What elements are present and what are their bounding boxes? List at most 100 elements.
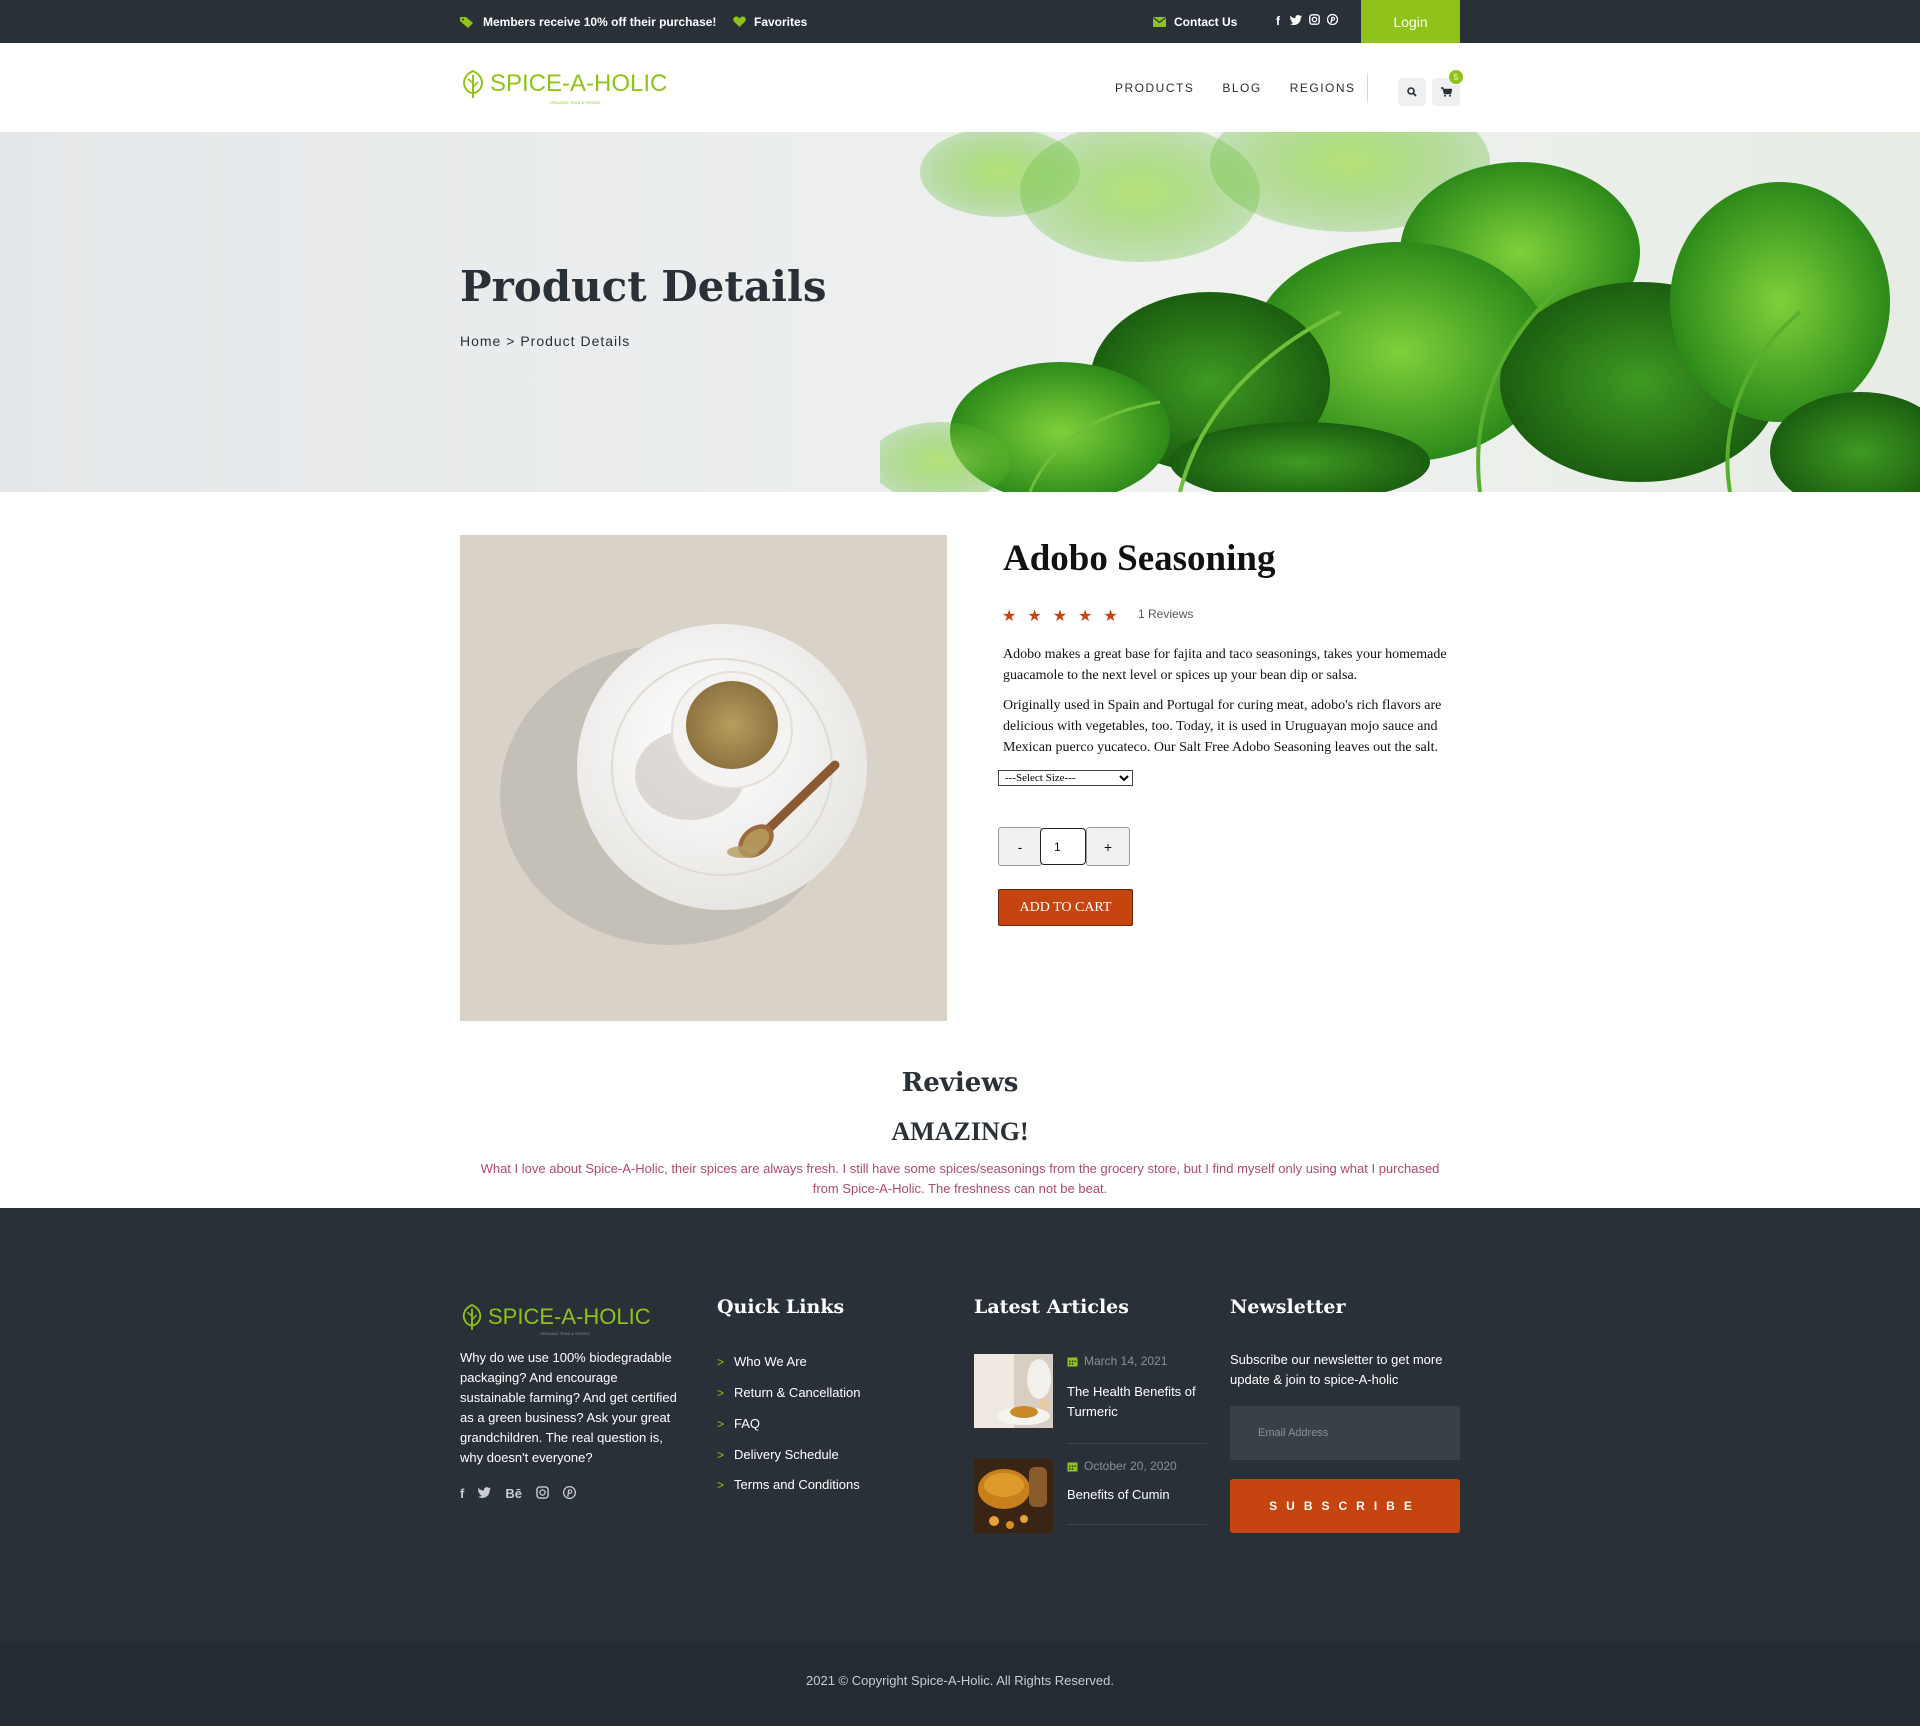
article-date-text: March 14, 2021: [1084, 1354, 1168, 1368]
article-date-text: October 20, 2020: [1084, 1459, 1177, 1473]
facebook-icon[interactable]: f: [460, 1486, 464, 1502]
leaf-logo-icon: [462, 1303, 482, 1330]
breadcrumb: Home > Product Details: [460, 333, 630, 349]
reviews-count[interactable]: 1 Reviews: [1138, 607, 1193, 621]
article-divider: [1067, 1443, 1207, 1444]
quick-link-faq[interactable]: > FAQ: [717, 1416, 760, 1431]
quick-link-return-cancellation[interactable]: > Return & Cancellation: [717, 1385, 860, 1400]
logo-tagline: ORGANIC TEAS & SPICES: [550, 100, 600, 105]
size-select[interactable]: ---Select Size---: [998, 770, 1133, 786]
nav-blog[interactable]: BLOG: [1222, 81, 1261, 95]
chevron-right-icon: >: [717, 1416, 725, 1431]
product-image: [460, 535, 947, 1021]
facebook-icon[interactable]: f: [1272, 14, 1284, 28]
quick-link-label: Delivery Schedule: [734, 1447, 839, 1462]
star-icon: ★: [1027, 608, 1042, 625]
envelope-icon: [1153, 16, 1166, 27]
quantity-input[interactable]: [1040, 828, 1086, 865]
site-logo[interactable]: SPICE-A-HOLIC ORGANIC TEAS & SPICES: [460, 69, 668, 105]
star-icon: ★: [1052, 608, 1068, 625]
nav-regions[interactable]: REGIONS: [1290, 81, 1356, 95]
pinterest-icon[interactable]: [562, 1485, 577, 1502]
quick-link-label: Return & Cancellation: [734, 1385, 861, 1400]
star-rating: ★ ★ ★ ★ ★: [1002, 606, 1118, 626]
article-title-turmeric[interactable]: The Health Benefits of Turmeric: [1067, 1382, 1207, 1422]
favorites-link[interactable]: Favorites: [733, 0, 807, 43]
quick-link-label: FAQ: [734, 1416, 761, 1431]
newsletter-text: Subscribe our newsletter to get more upd…: [1230, 1352, 1443, 1387]
breadcrumb-separator: >: [501, 333, 521, 349]
quantity-increase-button[interactable]: +: [1086, 827, 1130, 866]
footer-logo-wordmark: SPICE-A-HOLIC: [488, 1304, 651, 1329]
review-headline: AMAZING!: [891, 1117, 1029, 1146]
calendar-icon: [1067, 1357, 1078, 1366]
article-thumbnail-cumin[interactable]: [974, 1459, 1053, 1533]
cart-icon: [1440, 87, 1452, 97]
product-description-2: Originally used in Spain and Portugal fo…: [1003, 698, 1442, 755]
search-icon: [1407, 87, 1417, 97]
star-icon: ★: [1103, 608, 1118, 625]
breadcrumb-home[interactable]: Home: [460, 333, 501, 349]
copyright-bar: 2021 © Copyright Spice-A-Holic. All Righ…: [0, 1643, 1920, 1726]
footer-social-links: f Bē: [460, 1485, 577, 1502]
add-to-cart-button[interactable]: ADD TO CART: [998, 889, 1133, 926]
search-button[interactable]: [1398, 78, 1426, 106]
calendar-icon: [1067, 1462, 1078, 1471]
star-icon: ★: [1002, 608, 1017, 625]
favorites-label: Favorites: [754, 14, 808, 29]
subscribe-button[interactable]: SUBSCRIBE: [1230, 1479, 1460, 1533]
latest-articles-heading: Latest Articles: [974, 1296, 1129, 1318]
chevron-right-icon: >: [717, 1354, 725, 1369]
article-thumbnail-turmeric[interactable]: [974, 1354, 1053, 1428]
quick-links-heading: Quick Links: [717, 1296, 845, 1318]
quantity-decrease-button[interactable]: -: [998, 827, 1042, 866]
instagram-icon[interactable]: [1308, 14, 1320, 28]
contact-link[interactable]: Contact Us: [1153, 0, 1237, 43]
quick-link-who-we-are[interactable]: > Who We Are: [717, 1354, 807, 1369]
article-date: October 20, 2020: [1067, 1459, 1177, 1473]
quick-link-label: Terms and Conditions: [734, 1477, 860, 1492]
heart-icon: [733, 16, 746, 27]
nav-divider: [1367, 73, 1368, 103]
newsletter-heading: Newsletter: [1230, 1296, 1346, 1318]
product-title: Adobo Seasoning: [1003, 538, 1276, 579]
leaf-logo-icon: [463, 69, 483, 98]
logo-wordmark: SPICE-A-HOLIC: [490, 70, 668, 97]
footer-logo-tagline: ORGANIC TEAS & SPICES: [540, 1331, 590, 1336]
promo-notice: Members receive 10% off their purchase!: [460, 0, 716, 43]
page-title: Product Details: [460, 262, 827, 311]
contact-label: Contact Us: [1174, 14, 1238, 29]
product-description-1: Adobo makes a great base for fajita and …: [1003, 647, 1447, 683]
reviews-heading: Reviews: [901, 1068, 1019, 1098]
pinterest-icon[interactable]: [1326, 13, 1338, 28]
quick-link-terms[interactable]: > Terms and Conditions: [717, 1477, 860, 1492]
footer-logo[interactable]: SPICE-A-HOLIC ORGANIC TEAS & SPICES: [460, 1303, 651, 1336]
quick-link-delivery-schedule[interactable]: > Delivery Schedule: [717, 1447, 839, 1462]
article-date: March 14, 2021: [1067, 1354, 1167, 1368]
copyright-text: 2021 © Copyright Spice-A-Holic. All Righ…: [806, 1673, 1114, 1688]
breadcrumb-current: Product Details: [520, 333, 631, 349]
review-text: What I love about Spice-A-Holic, their s…: [480, 1161, 1440, 1196]
top-bar: Members receive 10% off their purchase! …: [0, 0, 1920, 43]
newsletter-email-input[interactable]: [1230, 1406, 1460, 1460]
cart-button[interactable]: 5: [1432, 70, 1463, 106]
twitter-icon[interactable]: [1289, 14, 1302, 28]
chevron-right-icon: >: [717, 1477, 725, 1492]
tag-icon: [460, 16, 473, 28]
nav-products[interactable]: PRODUCTS: [1115, 81, 1194, 95]
parsley-hero-image: [880, 132, 1920, 492]
star-icon: ★: [1078, 608, 1093, 625]
article-title-cumin[interactable]: Benefits of Cumin: [1067, 1485, 1207, 1505]
twitter-icon[interactable]: [478, 1486, 492, 1502]
top-social-links: f: [1272, 13, 1338, 28]
article-divider: [1067, 1524, 1207, 1525]
instagram-icon[interactable]: [536, 1486, 549, 1502]
behance-icon[interactable]: Bē: [505, 1486, 522, 1502]
login-button[interactable]: Login: [1361, 0, 1460, 43]
main-nav: PRODUCTS BLOG REGIONS: [1115, 81, 1384, 95]
cart-count-badge: 5: [1449, 70, 1463, 84]
promo-text: Members receive 10% off their purchase!: [483, 14, 717, 29]
chevron-right-icon: >: [717, 1385, 725, 1400]
footer-about-text: Why do we use 100% biodegradable packagi…: [460, 1350, 677, 1465]
site-footer: SPICE-A-HOLIC ORGANIC TEAS & SPICES Why …: [0, 1208, 1920, 1643]
